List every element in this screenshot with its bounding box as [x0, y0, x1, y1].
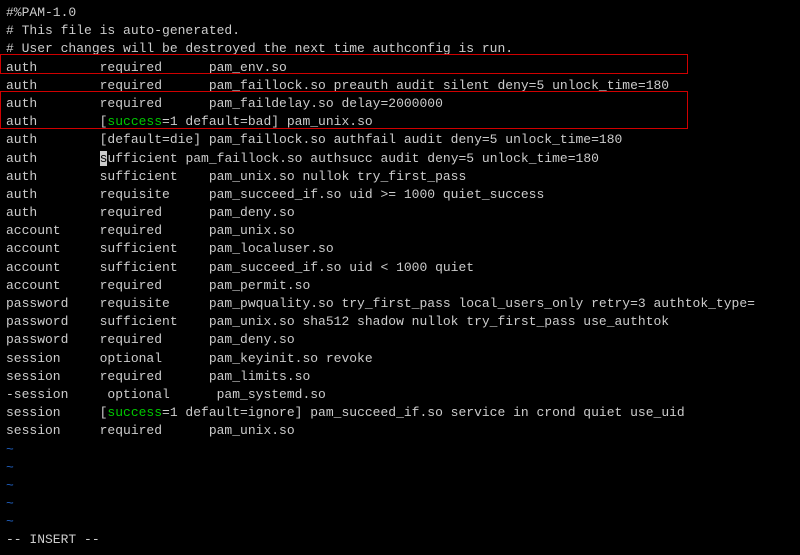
pam-session-line: -session optional pam_systemd.so: [6, 386, 794, 404]
pam-password-line: password sufficient pam_unix.so sha512 s…: [6, 313, 794, 331]
comment-line: # This file is auto-generated.: [6, 22, 794, 40]
pam-auth-line: auth requisite pam_succeed_if.so uid >= …: [6, 186, 794, 204]
pam-account-line: account required pam_unix.so: [6, 222, 794, 240]
pam-auth-line: auth sufficient pam_unix.so nullok try_f…: [6, 168, 794, 186]
pam-session-line: session [success=1 default=ignore] pam_s…: [6, 404, 794, 422]
success-keyword: success: [107, 114, 162, 129]
pam-session-line: session required pam_unix.so: [6, 422, 794, 440]
terminal-editor[interactable]: #%PAM-1.0 # This file is auto-generated.…: [6, 4, 794, 550]
pam-account-line: account sufficient pam_localuser.so: [6, 240, 794, 258]
pam-session-line: session required pam_limits.so: [6, 368, 794, 386]
pam-auth-line: auth required pam_faildelay.so delay=200…: [6, 95, 794, 113]
pam-password-line: password required pam_deny.so: [6, 331, 794, 349]
comment-line: # User changes will be destroyed the nex…: [6, 40, 794, 58]
pam-auth-line: auth required pam_faillock.so preauth au…: [6, 77, 794, 95]
vim-tilde: ~: [6, 495, 794, 513]
pam-auth-line: auth [success=1 default=bad] pam_unix.so: [6, 113, 794, 131]
vim-tilde: ~: [6, 477, 794, 495]
vim-mode-status: -- INSERT --: [6, 531, 794, 549]
vim-tilde: ~: [6, 513, 794, 531]
pam-account-line: account required pam_permit.so: [6, 277, 794, 295]
pam-auth-line: auth sufficient pam_faillock.so authsucc…: [6, 150, 794, 168]
pam-auth-line: auth required pam_env.so: [6, 59, 794, 77]
comment-line: #%PAM-1.0: [6, 4, 794, 22]
pam-auth-line: auth [default=die] pam_faillock.so authf…: [6, 131, 794, 149]
vim-tilde: ~: [6, 441, 794, 459]
pam-account-line: account sufficient pam_succeed_if.so uid…: [6, 259, 794, 277]
pam-session-line: session optional pam_keyinit.so revoke: [6, 350, 794, 368]
success-keyword: success: [107, 405, 162, 420]
pam-password-line: password requisite pam_pwquality.so try_…: [6, 295, 794, 313]
pam-auth-line: auth required pam_deny.so: [6, 204, 794, 222]
vim-tilde: ~: [6, 459, 794, 477]
